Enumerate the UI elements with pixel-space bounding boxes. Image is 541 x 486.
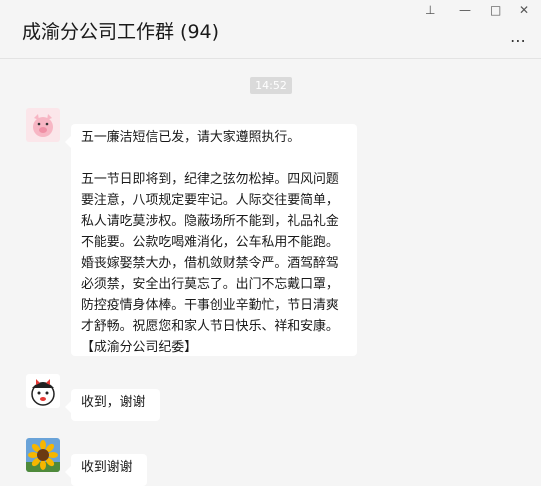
chat-header: 成渝分公司工作群 (94) ⊥ — □ ✕ ⋯ <box>0 0 541 59</box>
pin-icon[interactable]: ⊥ <box>425 2 435 18</box>
message-timestamp: 14:52 <box>250 77 292 94</box>
maximize-icon[interactable]: □ <box>490 2 501 18</box>
sunflower-avatar-icon[interactable] <box>26 438 60 472</box>
pig-avatar-icon[interactable] <box>26 108 60 142</box>
close-icon[interactable]: ✕ <box>519 2 529 18</box>
message-bubble[interactable]: 五一廉洁短信已发，请大家遵照执行。 五一节日即将到，纪律之弦勿松掉。四风问题要注… <box>65 124 357 356</box>
minimize-icon[interactable]: — <box>459 2 471 18</box>
more-options-icon[interactable]: ⋯ <box>510 31 527 50</box>
message-bubble[interactable]: 收到，谢谢 <box>65 389 160 421</box>
message-bubble[interactable]: 收到谢谢 <box>65 454 147 486</box>
cartoon-girl-avatar-icon[interactable] <box>26 374 60 408</box>
chat-title[interactable]: 成渝分公司工作群 (94) <box>22 17 219 44</box>
